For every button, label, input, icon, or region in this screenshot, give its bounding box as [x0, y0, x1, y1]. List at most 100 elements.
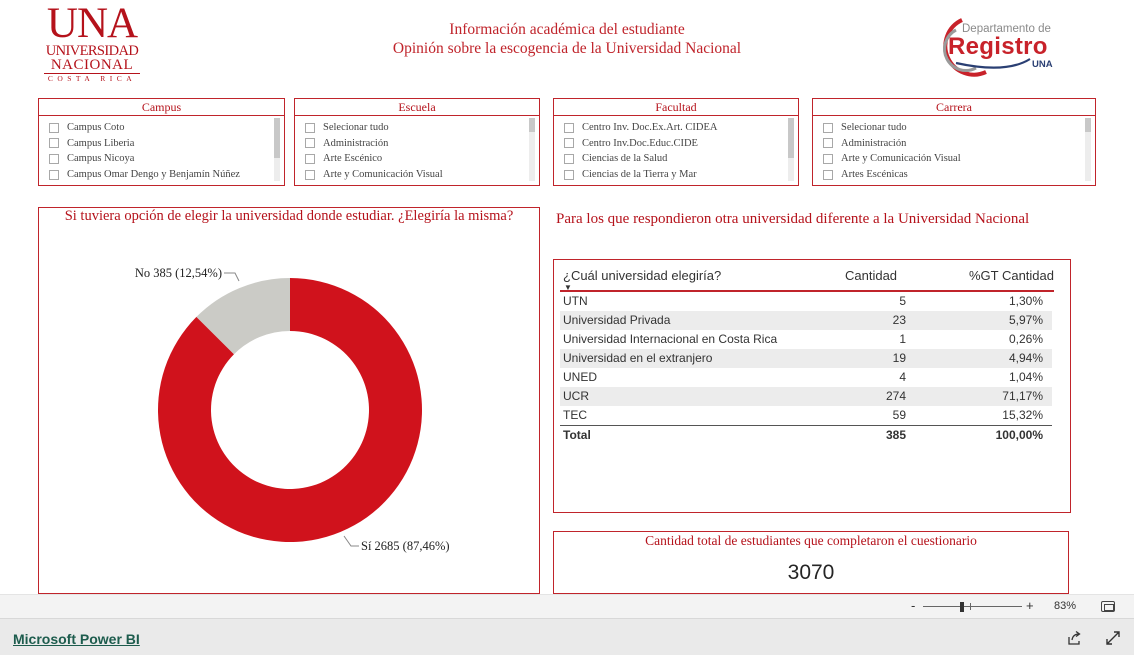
- sort-descending-icon[interactable]: ▼: [564, 283, 572, 292]
- table-body: UTN 5 1,30% Universidad Privada 23 5,97% Uni…: [560, 292, 1052, 444]
- slicer-item[interactable]: Arte y Comunicación Visual: [305, 167, 527, 183]
- slicer-scrollbar[interactable]: [788, 118, 794, 181]
- una-logo-big: UNA: [46, 0, 138, 47]
- registro-logo-sub: UNA: [1032, 59, 1053, 70]
- table-row: UNED 4 1,04%: [560, 368, 1052, 387]
- footer: Microsoft Power BI: [0, 618, 1134, 655]
- leader-line-si: [343, 535, 359, 547]
- slicer-title: Carrera: [813, 99, 1095, 116]
- slicer-item-label: Campus Nicoya: [67, 153, 135, 165]
- slicer-item-label: Administración: [323, 137, 389, 149]
- cell-percent: 4,94%: [1008, 351, 1043, 365]
- slicer-scrollbar[interactable]: [1085, 118, 1091, 181]
- cell-percent: 1,04%: [1008, 370, 1043, 384]
- checkbox[interactable]: [305, 169, 315, 180]
- cell-percent: 71,17%: [1002, 389, 1043, 403]
- universities-table: ¿Cuál universidad elegiría? Cantidad %GT…: [553, 259, 1071, 513]
- section-heading: Para los que respondieron otra universid…: [556, 211, 1030, 227]
- checkbox[interactable]: [49, 153, 59, 164]
- checkbox[interactable]: [305, 153, 315, 164]
- slicer-item-label: Selecionar tudo: [841, 122, 907, 134]
- checkbox[interactable]: [823, 169, 833, 180]
- checkbox[interactable]: [564, 153, 574, 164]
- table-total-row: Total 385 100,00%: [560, 425, 1052, 444]
- slicer-item[interactable]: Ciencias de la Tierra y Mar: [564, 167, 786, 183]
- slicer-item[interactable]: Administración: [305, 136, 527, 152]
- checkbox[interactable]: [564, 138, 574, 149]
- slicer-scrollbar[interactable]: [274, 118, 280, 181]
- checkbox[interactable]: [49, 122, 59, 133]
- slicer-title: Campus: [39, 99, 284, 116]
- share-icon[interactable]: [1066, 630, 1082, 646]
- scrollbar-thumb[interactable]: [274, 118, 280, 158]
- slicer-item[interactable]: Selecionar tudo: [823, 120, 1083, 136]
- registro-logo: Departamento de Registro UNA: [926, 12, 1066, 78]
- slicer-item[interactable]: Campus Liberia: [49, 136, 272, 152]
- slicer-item[interactable]: Arte Escénico: [305, 151, 527, 167]
- slicer-item[interactable]: Artes Escénicas: [823, 167, 1083, 183]
- checkbox[interactable]: [564, 122, 574, 133]
- slicer-item[interactable]: Campus Nicoya: [49, 151, 272, 167]
- scrollbar-thumb[interactable]: [788, 118, 794, 158]
- scrollbar-thumb[interactable]: [529, 118, 535, 132]
- checkbox[interactable]: [564, 169, 574, 180]
- checkbox[interactable]: [823, 138, 833, 149]
- column-header-university[interactable]: ¿Cuál universidad elegiría?: [563, 268, 721, 283]
- slicer-item[interactable]: Arte y Comunicación Visual: [823, 151, 1083, 167]
- checkbox[interactable]: [305, 138, 315, 149]
- zoom-out-button[interactable]: -: [911, 598, 915, 613]
- slicer-item[interactable]: Campus Coto: [49, 120, 272, 136]
- slicer-item-label: Arte y Comunicación Visual: [841, 153, 961, 165]
- report-title: Información académica del estudiante Opi…: [330, 20, 804, 58]
- cell-percent: 0,26%: [1008, 332, 1043, 346]
- table-header: ¿Cuál universidad elegiría? Cantidad %GT…: [560, 266, 1054, 292]
- checkbox[interactable]: [49, 138, 59, 149]
- leader-line-no: [224, 272, 240, 282]
- cell-total-label: Total: [563, 428, 591, 442]
- slicer-scrollbar[interactable]: [529, 118, 535, 181]
- checkbox[interactable]: [305, 122, 315, 133]
- slicer-item-label: Selecionar tudo: [323, 122, 389, 134]
- slicer-item[interactable]: Centro Inv. Doc.Ex.Art. CIDEA: [564, 120, 786, 136]
- checkbox[interactable]: [823, 122, 833, 133]
- column-header-percent[interactable]: %GT Cantidad: [934, 268, 1054, 283]
- powerbi-link[interactable]: Microsoft Power BI: [13, 631, 140, 647]
- card-title: Cantidad total de estudiantes que comple…: [645, 533, 977, 548]
- una-logo: UNA UNIVERSIDAD NACIONAL COSTA RICA: [40, 0, 144, 86]
- table-row: UCR 274 71,17%: [560, 387, 1052, 406]
- slicer-item[interactable]: Selecionar tudo: [305, 120, 527, 136]
- cell-quantity: 1: [899, 332, 906, 346]
- cell-percent: 15,32%: [1002, 408, 1043, 422]
- report-title-line1: Información académica del estudiante: [449, 21, 685, 38]
- checkbox[interactable]: [823, 153, 833, 164]
- slicer-item[interactable]: Campus Omar Dengo y Benjamín Núñez: [49, 167, 272, 183]
- donut-chart-visual: Si tuviera opción de elegir la universid…: [38, 207, 540, 594]
- table-row: UTN 5 1,30%: [560, 292, 1052, 311]
- cell-quantity: 19: [892, 351, 906, 365]
- column-header-quantity[interactable]: Cantidad: [845, 268, 897, 283]
- fullscreen-icon[interactable]: [1105, 630, 1121, 646]
- checkbox[interactable]: [49, 169, 59, 180]
- slicer-item[interactable]: Ciencias de la Salud: [564, 151, 786, 167]
- cell-total-percent: 100,00%: [995, 428, 1043, 442]
- slicer-carrera: Carrera Selecionar tudo Administración A…: [812, 98, 1096, 186]
- slicer-item[interactable]: Administración: [823, 136, 1083, 152]
- cell-total-quantity: 385: [885, 428, 906, 442]
- zoom-slider-tick: [970, 603, 971, 610]
- fit-to-page-icon[interactable]: [1101, 601, 1115, 612]
- slicer-item[interactable]: Centro Inv.Doc.Educ.CIDE: [564, 136, 786, 152]
- report-title-line2: Opinión sobre la escogencia de la Univer…: [392, 40, 742, 57]
- scrollbar-thumb[interactable]: [1085, 118, 1091, 132]
- zoom-slider-handle[interactable]: [960, 602, 964, 612]
- slicer-item-label: Arte y Comunicación Visual: [323, 169, 443, 181]
- zoom-slider[interactable]: [923, 606, 1022, 607]
- slicer-item-label: Campus Liberia: [67, 137, 135, 149]
- slicer-escuela: Escuela Selecionar tudo Administración A…: [294, 98, 540, 186]
- cell-university: Universidad Internacional en Costa Rica: [563, 332, 778, 346]
- cell-quantity: 23: [892, 313, 906, 327]
- cell-quantity: 4: [899, 370, 906, 384]
- slicer-campus: Campus Campus Coto Campus Liberia Campus…: [38, 98, 285, 186]
- cell-quantity: 274: [885, 389, 906, 403]
- zoom-in-button[interactable]: +: [1026, 598, 1034, 613]
- data-label-si: Sí 2685 (87,46%): [361, 539, 450, 553]
